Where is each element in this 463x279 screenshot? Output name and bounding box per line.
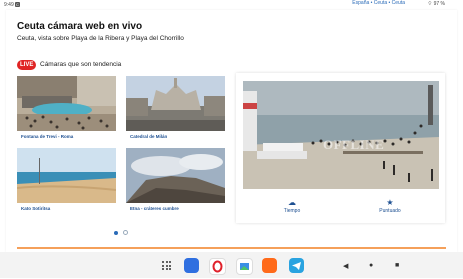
opera-icon[interactable]	[209, 258, 226, 275]
status-icons: ⌔ 97 %	[428, 1, 446, 7]
weather-button[interactable]: ☁ Tiempo	[262, 198, 322, 215]
app-store-icon[interactable]	[184, 258, 199, 273]
camera-tile-milan[interactable]: Catedral de Milán	[126, 76, 225, 143]
back-icon[interactable]: ◀	[343, 262, 348, 270]
star-icon: ★	[386, 198, 394, 207]
offline-overlay: OFFLINE	[323, 137, 385, 152]
webcam-player[interactable]: OFFLINE ☁ Tiempo ★ Puntuado	[236, 73, 445, 223]
page-subtitle: Ceuta, vista sobre Playa de la Ribera y …	[17, 35, 184, 42]
pagination-dot-active[interactable]	[114, 231, 118, 235]
camera-thumbnail	[126, 148, 225, 203]
weather-label: Tiempo	[283, 208, 301, 214]
section-divider	[17, 247, 446, 249]
notification-icon: C	[15, 2, 20, 7]
recents-icon[interactable]: ■	[395, 262, 399, 269]
page-title: Ceuta cámara web en vivo	[17, 21, 143, 32]
camera-caption: Catedral de Milán	[130, 134, 168, 139]
breadcrumb[interactable]: España • Ceuta • Ceuta	[352, 0, 405, 6]
status-bar: 9:49 C España • Ceuta • Ceuta ⌔ 97 %	[0, 0, 463, 10]
camera-thumbnail	[126, 76, 225, 131]
telegram-icon[interactable]	[289, 258, 304, 273]
apps-grid-icon[interactable]	[162, 261, 171, 270]
rating-button[interactable]: ★ Puntuado	[360, 198, 420, 215]
camera-caption: Kato Sotiritsa	[21, 206, 51, 211]
system-navbar: ◀ ● ■	[0, 252, 463, 278]
cloud-icon: ☁	[288, 198, 296, 207]
home-icon[interactable]: ●	[369, 262, 373, 269]
carousel-pagination[interactable]	[114, 222, 129, 240]
status-time: 9:49	[4, 2, 14, 8]
speedtest-icon[interactable]	[262, 258, 277, 273]
camera-thumbnail	[17, 148, 116, 203]
camera-tile-etna[interactable]: Etna - cráteres cumbre	[126, 148, 225, 215]
camera-caption: Fontana de Trevi - Roma	[21, 134, 74, 139]
camera-thumbnail	[17, 76, 116, 131]
photos-icon[interactable]	[236, 258, 253, 275]
camera-caption: Etna - cráteres cumbre	[130, 206, 179, 211]
live-badge: LIVE	[17, 60, 37, 70]
rating-label: Puntuado	[379, 208, 401, 214]
pagination-dot[interactable]	[123, 230, 129, 235]
camera-tile-kato-sotiritsa[interactable]: Kato Sotiritsa	[17, 148, 116, 215]
battery-label: 97 %	[433, 1, 445, 7]
camera-tile-trevi[interactable]: Fontana de Trevi - Roma	[17, 76, 116, 143]
webcam-view[interactable]: OFFLINE	[243, 81, 439, 189]
wifi-icon: ⌔	[427, 1, 433, 7]
trending-heading: Cámaras que son tendencia	[40, 61, 122, 68]
